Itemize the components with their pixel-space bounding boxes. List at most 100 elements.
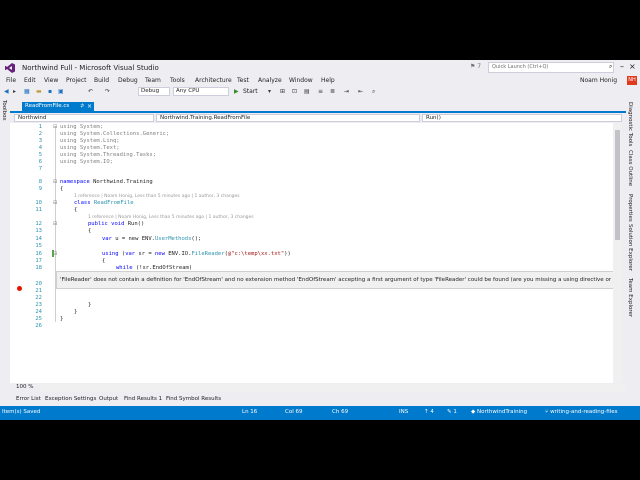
menu-build[interactable]: Build — [94, 76, 109, 85]
configuration-dropdown[interactable]: Debug — [138, 87, 170, 96]
menu-test[interactable]: Test — [237, 76, 249, 85]
code-line: } — [60, 316, 64, 322]
toolbar-icon-c[interactable]: ⊡ — [292, 87, 297, 96]
toolbar-icon-a[interactable]: ▾ — [268, 87, 271, 96]
tab-find-results-1[interactable]: Find Results 1 — [124, 396, 162, 402]
toolbar-icon-b[interactable]: ⊞ — [280, 87, 285, 96]
pending-changes-icon[interactable]: ✎ 1 — [447, 409, 457, 415]
bookmark-icon[interactable]: ▤ — [304, 87, 310, 96]
start-button[interactable]: Start — [243, 87, 258, 96]
project-dropdown[interactable]: Northwind — [14, 114, 154, 122]
horizontal-scrollbar[interactable] — [40, 384, 626, 392]
indent-icon[interactable]: ⇥ — [344, 87, 349, 96]
line-number: 24 — [35, 309, 42, 315]
close-button[interactable]: × — [629, 62, 636, 71]
line-number: 3 — [38, 138, 42, 144]
line-number: 21 — [35, 288, 42, 294]
code-token: var — [102, 236, 112, 242]
code-line: using (var sr = new ENV.IO.FileReader(@"… — [102, 251, 291, 258]
new-project-icon[interactable]: ▦ — [24, 87, 30, 96]
tab-diagnostic-tools[interactable]: Diagnostic Tools — [627, 102, 633, 146]
menu-team[interactable]: Team — [145, 76, 161, 85]
search-icon[interactable]: ⌕ — [609, 63, 612, 71]
redo-icon[interactable]: ↷ — [105, 87, 110, 96]
minimize-button[interactable]: – — [620, 62, 624, 71]
close-tab-icon[interactable]: × — [87, 102, 92, 111]
uncomment-icon[interactable]: ≣ — [330, 87, 335, 96]
tab-error-list[interactable]: Error List — [16, 396, 41, 402]
codelens-info[interactable]: 1 reference | Noam Honig, Less than 5 mi… — [74, 194, 240, 199]
line-number: 6 — [38, 159, 42, 165]
platform-dropdown[interactable]: Any CPU — [173, 87, 229, 96]
undo-icon[interactable]: ↶ — [88, 87, 93, 96]
back-icon[interactable]: ◀ — [4, 87, 9, 96]
user-name[interactable]: Noam Honig — [580, 77, 617, 84]
code-line: using System.Text; — [60, 145, 120, 151]
menu-architecture[interactable]: Architecture — [195, 76, 232, 85]
breakpoint-icon[interactable] — [17, 286, 22, 291]
code-token: (); — [191, 236, 202, 242]
tab-output[interactable]: Output — [99, 396, 118, 402]
code-line: } — [88, 302, 92, 308]
outdent-icon[interactable]: ⇤ — [358, 87, 363, 96]
find-icon[interactable]: ⌕ — [372, 87, 375, 96]
avatar[interactable]: NH — [627, 76, 637, 85]
line-number: 16 — [35, 251, 42, 257]
tab-find-symbol-results[interactable]: Find Symbol Results — [166, 396, 221, 402]
code-line: { — [74, 207, 78, 213]
collapse-icon[interactable]: ⊟ — [53, 179, 57, 185]
tab-exception-settings[interactable]: Exception Settings — [45, 396, 96, 402]
member-dropdown[interactable]: Run() — [422, 114, 622, 122]
menu-analyze[interactable]: Analyze — [258, 76, 282, 85]
menu-window[interactable]: Window — [289, 76, 313, 85]
line-number: 7 — [38, 166, 42, 172]
code-line: { — [102, 258, 106, 264]
collapse-icon[interactable]: ⊟ — [53, 124, 57, 130]
menu-file[interactable]: File — [6, 76, 16, 85]
publish-count: 4 — [430, 409, 434, 415]
code-token: class — [74, 200, 91, 206]
menu-project[interactable]: Project — [66, 76, 87, 85]
menu-edit[interactable]: Edit — [24, 76, 36, 85]
code-line: { — [60, 186, 64, 192]
status-insert-mode: INS — [399, 409, 409, 415]
menu-help[interactable]: Help — [321, 76, 335, 85]
start-icon[interactable]: ▶ — [234, 87, 239, 96]
comment-icon[interactable]: ≡ — [318, 87, 323, 96]
tab-class-outline[interactable]: Class Outline — [627, 150, 633, 186]
tab-team-explorer[interactable]: Team Explorer — [627, 278, 633, 317]
codelens-info[interactable]: 1 reference | Noam Honig, Less than 5 mi… — [88, 215, 254, 220]
open-file-icon[interactable]: ▬ — [36, 87, 42, 96]
left-tool-strip — [0, 98, 10, 393]
class-dropdown[interactable]: Northwind.Training.ReadFromFile — [156, 114, 420, 122]
collapse-icon[interactable]: ⊟ — [53, 200, 57, 206]
save-all-icon[interactable]: ▣ — [58, 87, 64, 96]
notification-flag-icon[interactable]: ⚑ 7 — [470, 63, 481, 70]
branch-icon[interactable]: ⑂ writing-and-reading-files — [545, 409, 617, 415]
menu-tools[interactable]: Tools — [170, 76, 185, 85]
forward-icon[interactable]: ▸ — [13, 87, 16, 96]
code-line: using System; — [60, 124, 104, 130]
code-token: ReadFromFile — [90, 200, 134, 206]
vertical-scroll-thumb[interactable] — [615, 130, 620, 240]
line-number: 11 — [35, 207, 42, 213]
zoom-dropdown[interactable]: 100 % — [16, 384, 33, 390]
collapse-icon[interactable]: ⊟ — [53, 221, 57, 227]
tab-solution-explorer[interactable]: Solution Explorer — [627, 224, 633, 271]
line-number: 15 — [35, 243, 42, 249]
pin-icon[interactable]: ⊅ — [80, 102, 84, 111]
repository-icon[interactable]: ◆ NorthwindTraining — [471, 409, 527, 415]
code-token: public — [88, 221, 108, 227]
visual-studio-logo-icon — [5, 63, 15, 73]
quick-launch-input[interactable]: Quick Launch (Ctrl+Q) — [488, 62, 614, 73]
publish-up-icon[interactable]: ↑ 4 — [424, 409, 434, 415]
code-token: namespace — [60, 179, 90, 185]
tab-properties[interactable]: Properties — [627, 194, 633, 222]
menu-debug[interactable]: Debug — [118, 76, 138, 85]
line-number: 23 — [35, 302, 42, 308]
toolbox-tab[interactable]: Toolbox — [1, 100, 7, 121]
line-number: 14 — [35, 236, 42, 242]
save-icon[interactable]: ▪ — [48, 87, 52, 96]
status-char: Ch 69 — [332, 409, 349, 415]
menu-view[interactable]: View — [44, 76, 58, 85]
